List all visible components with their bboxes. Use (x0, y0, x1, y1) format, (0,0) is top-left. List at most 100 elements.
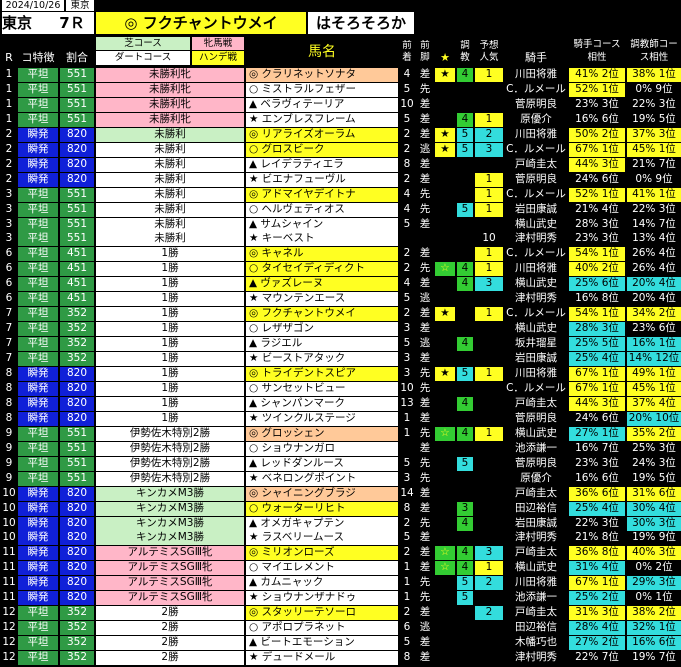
predicted-popularity-cell: 2 (475, 127, 503, 142)
star-rating-cell (435, 277, 455, 292)
ratio-cell: 352 (60, 636, 94, 651)
star-rating-cell: ★ (435, 367, 455, 381)
horse-name-cell: ★ ビエナフューヴル (246, 172, 398, 187)
jockey-fit-cell: 22% 3位 (569, 516, 625, 531)
previous-finish-cell: 5 (399, 217, 415, 232)
training-score-cell (457, 471, 473, 486)
trainer-fit-cell: 14% 12位 (627, 352, 681, 367)
ratio-cell: 551 (60, 426, 94, 441)
training-score-cell (457, 232, 473, 247)
training-score-cell (457, 217, 473, 232)
race-class-cell: 未勝利 (96, 187, 244, 202)
jockey-cell: 池添謙一 (505, 441, 567, 456)
star-rating-cell (435, 651, 455, 666)
race-class-cell: 1勝 (96, 396, 244, 411)
course-feature-cell: 平坦 (18, 651, 58, 666)
horse-name-cell: ○ レザザゴン (246, 322, 398, 337)
jockey-fit-cell: 28% 4位 (569, 621, 625, 636)
horse-name: ラジエル (257, 337, 303, 350)
trainer-fit-cell: 21% 7位 (627, 157, 681, 172)
previous-style-cell: 差 (417, 172, 433, 187)
ratio-cell: 551 (60, 441, 94, 456)
star-rating-cell (435, 576, 455, 591)
horse-name: ベネロングポイント (258, 471, 357, 484)
jockey-fit-cell: 27% 1位 (569, 426, 625, 441)
previous-finish-cell: 4 (399, 68, 415, 82)
jockey-fit-cell: 25% 5位 (569, 337, 625, 352)
prediction-mark: ○ (249, 82, 259, 95)
ratio-cell: 820 (60, 486, 94, 501)
ratio-cell: 820 (60, 142, 94, 157)
ratio-cell: 551 (60, 456, 94, 471)
trainer-fit-cell: 20% 4位 (627, 292, 681, 307)
horse-name: アドマイヤデイトナ (258, 187, 356, 200)
race-class-cell: アルテミスSGⅢ牝 (96, 591, 244, 606)
horse-name: キーベスト (258, 232, 315, 245)
horse-name-cell: ▲ ラジエル (246, 337, 398, 352)
jockey-fit-cell: 21% 4位 (569, 202, 625, 217)
trainer-fit-cell: 45% 1位 (627, 381, 681, 396)
race-class-cell: アルテミスSGⅢ牝 (96, 546, 244, 561)
jockey-fit-cell: 25% 6位 (569, 277, 625, 292)
previous-finish-cell: 5 (399, 292, 415, 307)
horse-name: マウンテンエース (258, 292, 346, 305)
jockey-fit-cell: 41% 2位 (569, 68, 625, 82)
training-score-cell: 4 (457, 112, 473, 127)
training-score-cell (457, 82, 473, 97)
jockey-fit-cell: 36% 6位 (569, 486, 625, 501)
trainer-fit-cell: 37% 4位 (627, 396, 681, 411)
previous-style-cell: 差 (417, 277, 433, 292)
previous-style-cell: 差 (417, 112, 433, 127)
horse-name-cell: ▲ オメガキャプテン (246, 516, 398, 531)
prediction-mark: ▲ (249, 456, 258, 469)
horse-name: ヘルヴェティオス (258, 202, 345, 215)
ratio-cell: 820 (60, 576, 94, 591)
race-number-cell: 6 (2, 247, 16, 262)
jockey-fit-cell: 28% 3位 (569, 322, 625, 337)
previous-style-cell: 逃 (417, 621, 433, 636)
course-feature-cell: 瞬発 (18, 157, 58, 172)
training-score-cell (457, 352, 473, 367)
previous-style-cell: 差 (417, 636, 433, 651)
pick-comment: はそろそろか (308, 12, 414, 34)
previous-style-cell: 差 (417, 97, 433, 112)
ratio-cell: 352 (60, 621, 94, 636)
horse-name: アポロプラネット (258, 621, 346, 634)
ratio-cell: 551 (60, 187, 94, 202)
previous-style-cell: 差 (417, 68, 433, 82)
race-class-cell: 1勝 (96, 292, 244, 307)
predicted-popularity-cell (475, 82, 503, 97)
predicted-popularity-cell (475, 516, 503, 531)
previous-finish-cell: 10 (399, 381, 415, 396)
previous-finish-cell: 5 (399, 337, 415, 352)
race-number-cell: 3 (2, 202, 16, 217)
previous-finish-cell: 3 (399, 471, 415, 486)
training-score-cell (457, 307, 473, 322)
race-number-cell: 7 (2, 337, 16, 352)
race-number-cell: 12 (2, 636, 16, 651)
ratio-cell: 551 (60, 471, 94, 486)
previous-style-cell: 差 (417, 322, 433, 337)
horse-name-cell: ◎ シャイニングブラジ (246, 486, 398, 501)
race-number-cell: 10 (2, 486, 16, 501)
trainer-fit-cell: 29% 3位 (627, 576, 681, 591)
star-rating-cell (435, 247, 455, 262)
previous-finish-cell: 2 (399, 262, 415, 277)
predicted-popularity-cell (475, 456, 503, 471)
course-feature-cell: 瞬発 (18, 367, 58, 381)
prediction-mark: ○ (249, 621, 259, 634)
jockey-fit-cell: 16% 7位 (569, 441, 625, 456)
previous-style-cell: 逃 (417, 337, 433, 352)
course-feature-cell: 瞬発 (18, 381, 58, 396)
predicted-popularity-cell (475, 97, 503, 112)
jockey-cell: 津村明秀 (505, 232, 567, 247)
jockey-cell: 原優介 (505, 112, 567, 127)
predicted-popularity-cell: 1 (475, 172, 503, 187)
ratio-cell: 551 (60, 68, 94, 82)
col-ratio: 割合 (66, 51, 88, 64)
race-class-cell: 未勝利 (96, 157, 244, 172)
race-number-cell: 8 (2, 411, 16, 426)
race-class-cell: 未勝利 (96, 217, 244, 232)
previous-style-cell: 差 (417, 127, 433, 142)
ratio-cell: 551 (60, 112, 94, 127)
